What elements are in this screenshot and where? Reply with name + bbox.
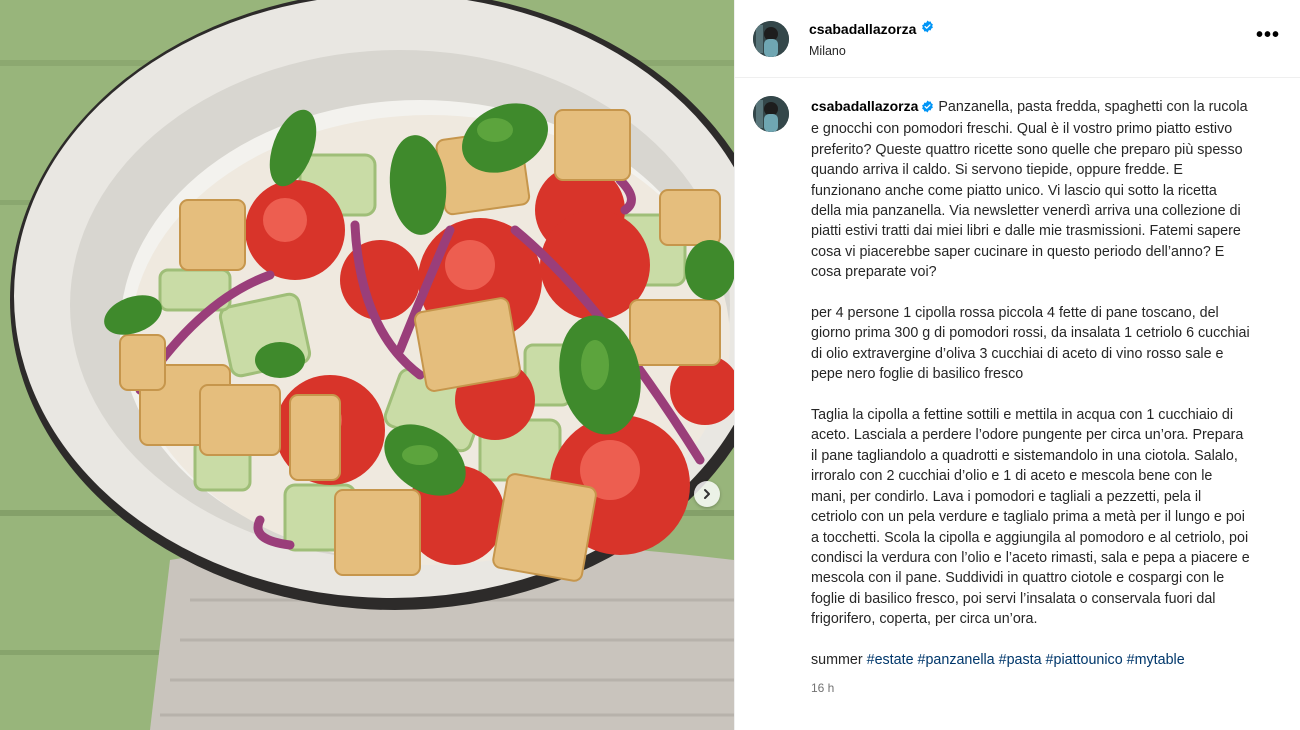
avatar-image xyxy=(753,20,789,57)
instagram-post: csabadallazorza Milano ••• csabadallazor… xyxy=(0,0,1300,730)
post-caption: csabadallazorza Panzanella, pasta fredda… xyxy=(811,96,1251,730)
hashtag-link[interactable]: #panzanella xyxy=(918,652,995,668)
verified-badge-icon xyxy=(921,20,934,38)
chevron-right-icon xyxy=(704,489,710,499)
post-location[interactable]: Milano xyxy=(809,44,1252,58)
verified-badge-icon xyxy=(921,99,934,119)
post-details-panel: csabadallazorza Milano ••• csabadallazor… xyxy=(734,0,1300,730)
more-options-icon[interactable]: ••• xyxy=(1252,24,1284,53)
caption-hashtags: summer #estate #panzanella #pasta #piatt… xyxy=(811,650,1251,670)
caption-method-text: Taglia la cipolla a fettine sottili e me… xyxy=(811,407,1250,628)
carousel-next-button[interactable] xyxy=(694,481,720,507)
caption-section: csabadallazorza Panzanella, pasta fredda… xyxy=(735,78,1300,730)
panzanella-photo xyxy=(0,0,734,730)
avatar-image xyxy=(753,96,789,132)
post-timestamp[interactable]: 16 h xyxy=(811,678,1251,698)
avatar[interactable] xyxy=(753,20,789,57)
post-image xyxy=(0,0,734,730)
caption-avatar[interactable] xyxy=(753,96,789,132)
hashtag-link[interactable]: #mytable xyxy=(1127,652,1185,668)
caption-username[interactable]: csabadallazorza xyxy=(811,98,918,114)
hashtag-link[interactable]: #estate xyxy=(867,652,914,668)
caption-tail-word: summer xyxy=(811,651,863,668)
post-header: csabadallazorza Milano ••• xyxy=(735,0,1300,78)
caption-intro-text: Panzanella, pasta fredda, spaghetti con … xyxy=(811,99,1248,281)
hashtag-link[interactable]: #pasta xyxy=(999,652,1042,668)
hashtag-link[interactable]: #piattounico xyxy=(1046,652,1123,668)
author-username[interactable]: csabadallazorza xyxy=(809,21,916,37)
caption-ingredients-text: per 4 persone 1 cipolla rossa piccola 4 … xyxy=(811,305,1250,383)
